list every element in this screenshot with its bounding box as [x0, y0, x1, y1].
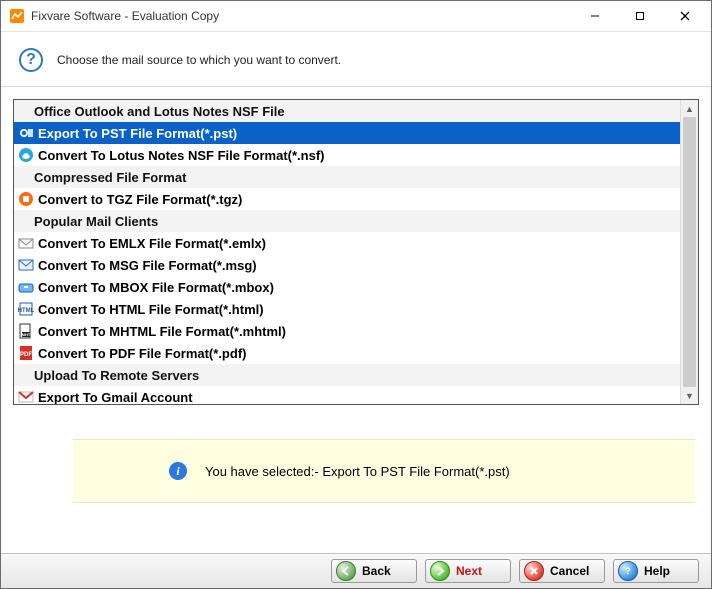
scrollbar[interactable]: ▲ ▼	[680, 100, 698, 404]
help-icon-small: ?	[618, 561, 638, 581]
tgz-icon	[18, 191, 34, 207]
scroll-up-icon[interactable]: ▲	[681, 100, 698, 117]
list-item[interactable]: Convert To MBOX File Format(*.mbox)	[14, 276, 681, 298]
list-item[interactable]: Convert To MSG File Format(*.msg)	[14, 254, 681, 276]
msg-icon	[18, 257, 34, 273]
list-item[interactable]: Export To PST File Format(*.pst)	[14, 122, 681, 144]
scroll-down-icon[interactable]: ▼	[681, 387, 698, 404]
app-window: Fixvare Software - Evaluation Copy ? Cho…	[0, 0, 712, 589]
selection-status: i You have selected:- Export To PST File…	[73, 439, 695, 503]
instruction-bar: ? Choose the mail source to which you wa…	[1, 32, 711, 87]
svg-text:HTML: HTML	[18, 308, 34, 314]
list-item[interactable]: Convert To Lotus Notes NSF File Format(*…	[14, 144, 681, 166]
list-item-label: Convert To MHTML File Format(*.mhtml)	[38, 324, 286, 339]
list-item-label: Export To Gmail Account	[38, 390, 193, 405]
list-item-label: Convert to TGZ File Format(*.tgz)	[38, 192, 242, 207]
section-header-label: Compressed File Format	[34, 170, 186, 185]
maximize-button[interactable]	[617, 2, 662, 30]
list-item[interactable]: Convert to TGZ File Format(*.tgz)	[14, 188, 681, 210]
back-label: Back	[362, 564, 391, 578]
window-title: Fixvare Software - Evaluation Copy	[31, 9, 219, 23]
help-label: Help	[644, 564, 670, 578]
list-item[interactable]: HTML Convert To HTML File Format(*.html)	[14, 298, 681, 320]
minimize-button[interactable]	[572, 2, 617, 30]
scroll-thumb[interactable]	[683, 117, 696, 387]
next-label: Next	[456, 564, 482, 578]
content-area: Office Outlook and Lotus Notes NSF File E…	[1, 87, 711, 553]
status-text: You have selected:- Export To PST File F…	[205, 464, 510, 479]
svg-text:MHT: MHT	[22, 332, 31, 337]
next-icon	[430, 561, 450, 581]
list-section-header: Popular Mail Clients	[14, 210, 681, 232]
next-button[interactable]: Next	[425, 559, 511, 583]
section-header-label: Upload To Remote Servers	[34, 368, 199, 383]
list-item-label: Convert To HTML File Format(*.html)	[38, 302, 264, 317]
section-header-label: Popular Mail Clients	[34, 214, 158, 229]
app-icon	[9, 8, 25, 24]
section-header-label: Office Outlook and Lotus Notes NSF File	[34, 104, 285, 119]
titlebar: Fixvare Software - Evaluation Copy	[1, 1, 711, 32]
export-options-list[interactable]: Office Outlook and Lotus Notes NSF File E…	[13, 99, 699, 405]
instruction-text: Choose the mail source to which you want…	[57, 53, 341, 67]
list-item-label: Convert To PDF File Format(*.pdf)	[38, 346, 246, 361]
help-icon: ?	[19, 48, 43, 72]
info-icon: i	[169, 462, 187, 480]
help-button[interactable]: ? Help	[613, 559, 699, 583]
status-prefix: You have selected:-	[205, 464, 322, 479]
gmail-icon	[18, 389, 34, 405]
mbox-icon	[18, 279, 34, 295]
emlx-icon	[18, 235, 34, 251]
footer: Back Next Cancel ? Help	[1, 553, 711, 588]
list-section-header: Compressed File Format	[14, 166, 681, 188]
svg-text:?: ?	[625, 566, 631, 576]
window-controls	[572, 2, 707, 30]
close-button[interactable]	[662, 2, 707, 30]
list-item-label: Export To PST File Format(*.pst)	[38, 126, 237, 141]
list-item[interactable]: Export To Gmail Account	[14, 386, 681, 405]
mhtml-icon: MHT	[18, 323, 34, 339]
list-section-header: Upload To Remote Servers	[14, 364, 681, 386]
lotus-icon	[18, 147, 34, 163]
list-section-header: Office Outlook and Lotus Notes NSF File	[14, 100, 681, 122]
list-item-label: Convert To MSG File Format(*.msg)	[38, 258, 257, 273]
html-icon: HTML	[18, 301, 34, 317]
back-button[interactable]: Back	[331, 559, 417, 583]
status-selection: Export To PST File Format(*.pst)	[322, 464, 509, 479]
list-item-label: Convert To MBOX File Format(*.mbox)	[38, 280, 274, 295]
scroll-track[interactable]	[681, 117, 698, 387]
list-item-label: Convert To EMLX File Format(*.emlx)	[38, 236, 266, 251]
cancel-icon	[524, 561, 544, 581]
svg-text:PDF: PDF	[20, 352, 32, 358]
outlook-icon	[18, 125, 34, 141]
list-item[interactable]: Convert To EMLX File Format(*.emlx)	[14, 232, 681, 254]
pdf-icon: PDF	[18, 345, 34, 361]
cancel-label: Cancel	[550, 564, 589, 578]
cancel-button[interactable]: Cancel	[519, 559, 605, 583]
back-icon	[336, 561, 356, 581]
list-item[interactable]: MHT Convert To MHTML File Format(*.mhtml)	[14, 320, 681, 342]
list-item[interactable]: PDF Convert To PDF File Format(*.pdf)	[14, 342, 681, 364]
list-item-label: Convert To Lotus Notes NSF File Format(*…	[38, 148, 325, 163]
